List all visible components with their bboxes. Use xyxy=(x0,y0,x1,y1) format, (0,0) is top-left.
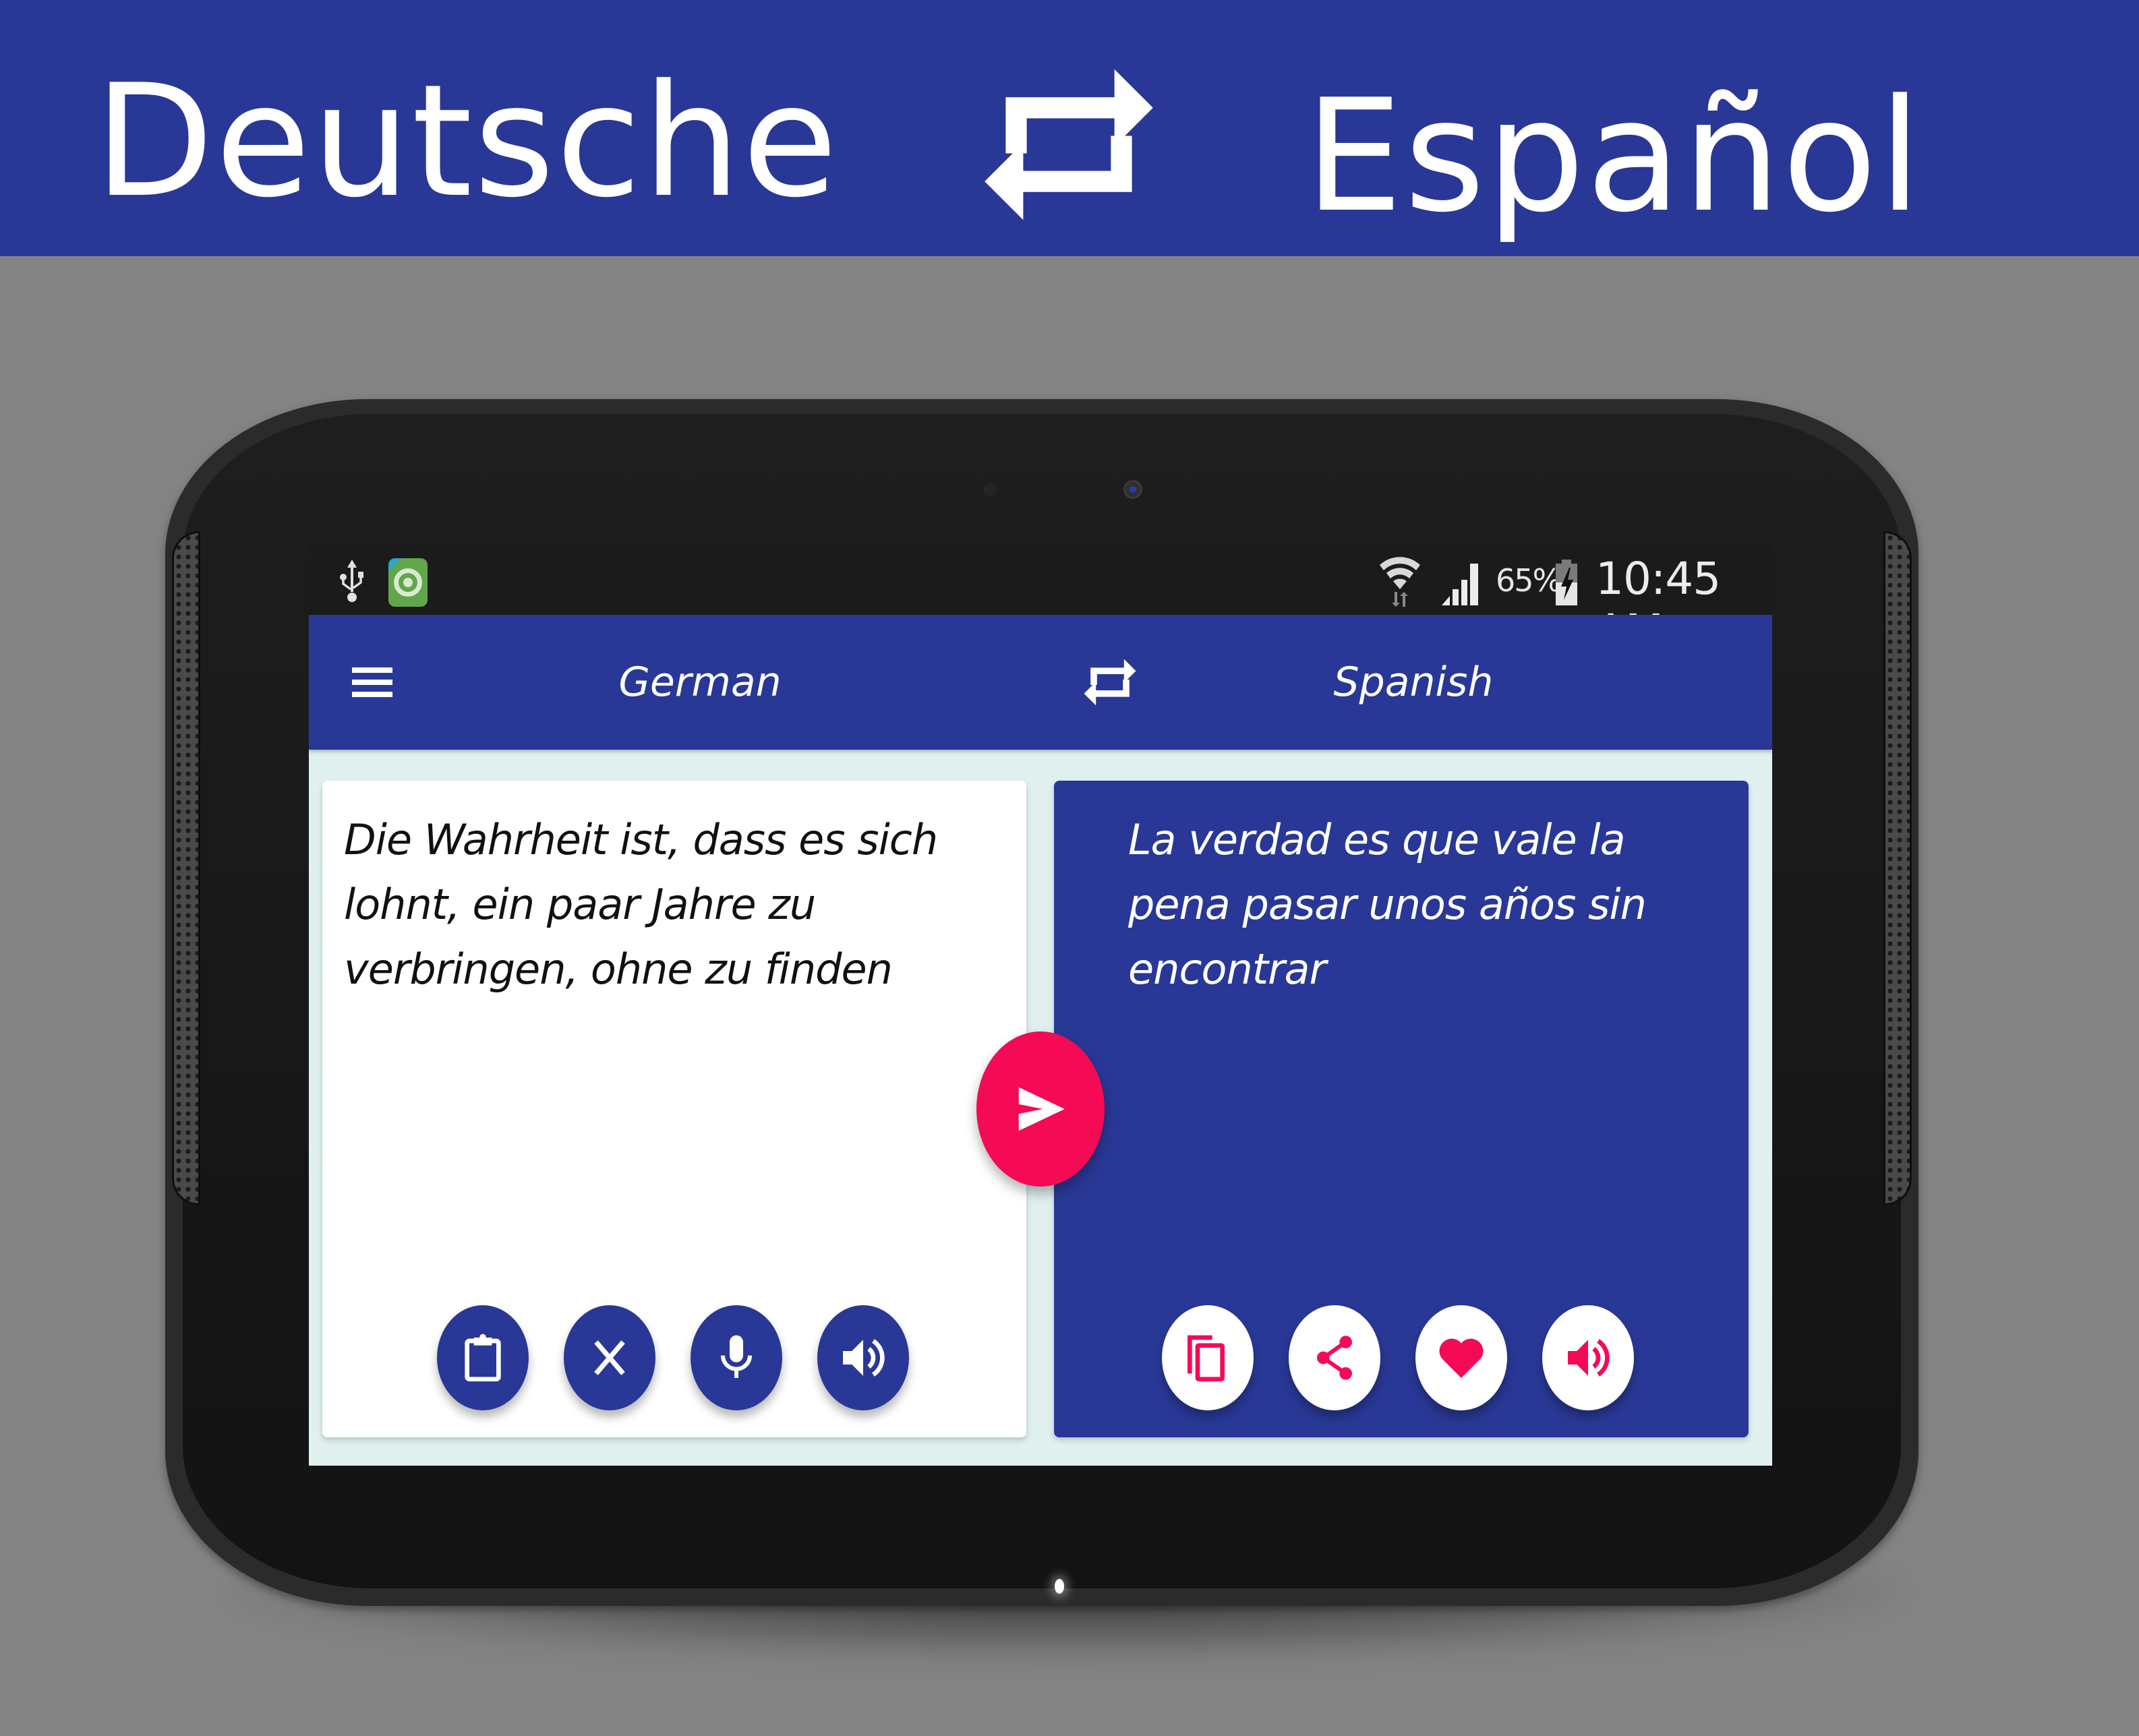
source-text-input[interactable]: Die Wahrheit ist, dass es sich lohnt, ei… xyxy=(344,808,951,1002)
translated-text: La verdad es que vale la pena pasar unos… xyxy=(1128,815,1647,994)
promo-banner: Deutsche Español xyxy=(0,0,2139,256)
banner-target-language: Español xyxy=(1305,67,1923,247)
hamburger-menu-icon[interactable] xyxy=(348,662,397,702)
copy-icon xyxy=(1188,1335,1225,1381)
front-camera xyxy=(1123,480,1142,499)
share-icon xyxy=(1317,1336,1352,1380)
send-icon xyxy=(1018,1087,1065,1131)
wifi-icon xyxy=(1380,557,1420,607)
source-text-card: Die Wahrheit ist, dass es sich lohnt, ei… xyxy=(322,781,1026,1437)
cell-signal-icon xyxy=(1442,564,1478,605)
usb-icon xyxy=(340,560,363,602)
app-toolbar: German Spanish xyxy=(309,615,1772,750)
swap-arrows-icon xyxy=(985,69,1153,220)
clear-button[interactable] xyxy=(564,1305,655,1410)
target-text-card: La verdad es que vale la pena pasar unos… xyxy=(1054,781,1749,1437)
favorite-button[interactable] xyxy=(1415,1305,1507,1410)
speak-translation-button[interactable] xyxy=(1542,1305,1634,1410)
heart-icon xyxy=(1439,1338,1484,1378)
voice-input-button[interactable] xyxy=(691,1305,782,1410)
paste-button[interactable] xyxy=(437,1305,529,1410)
share-button[interactable] xyxy=(1289,1305,1380,1410)
battery-charging-icon xyxy=(1556,560,1577,605)
source-language-button[interactable]: German xyxy=(579,654,821,711)
app-notification-icon xyxy=(388,558,428,607)
right-speaker-grille xyxy=(1883,531,1912,1205)
notification-light xyxy=(1055,1579,1064,1594)
source-actions xyxy=(322,1298,1026,1413)
status-bar: 65% 10:45 AM xyxy=(309,545,1772,657)
speaker-icon xyxy=(1568,1339,1610,1377)
swap-arrows-icon[interactable] xyxy=(1083,653,1137,712)
clipboard-icon xyxy=(465,1334,501,1381)
close-icon xyxy=(594,1340,625,1375)
speaker-icon xyxy=(843,1339,885,1377)
proximity-sensor xyxy=(983,483,997,496)
device-screen: 65% 10:45 AM German Spanish Die Wahrheit… xyxy=(309,545,1772,1466)
microphone-icon xyxy=(721,1335,752,1378)
target-actions xyxy=(1054,1298,1749,1413)
speak-source-button[interactable] xyxy=(817,1305,909,1410)
battery-percent: 65% xyxy=(1496,562,1562,599)
target-language-button[interactable]: Spanish xyxy=(1292,654,1535,711)
copy-button[interactable] xyxy=(1162,1305,1254,1410)
left-speaker-grille xyxy=(172,531,200,1205)
banner-source-language: Deutsche xyxy=(94,52,840,232)
translate-button[interactable] xyxy=(976,1031,1105,1187)
